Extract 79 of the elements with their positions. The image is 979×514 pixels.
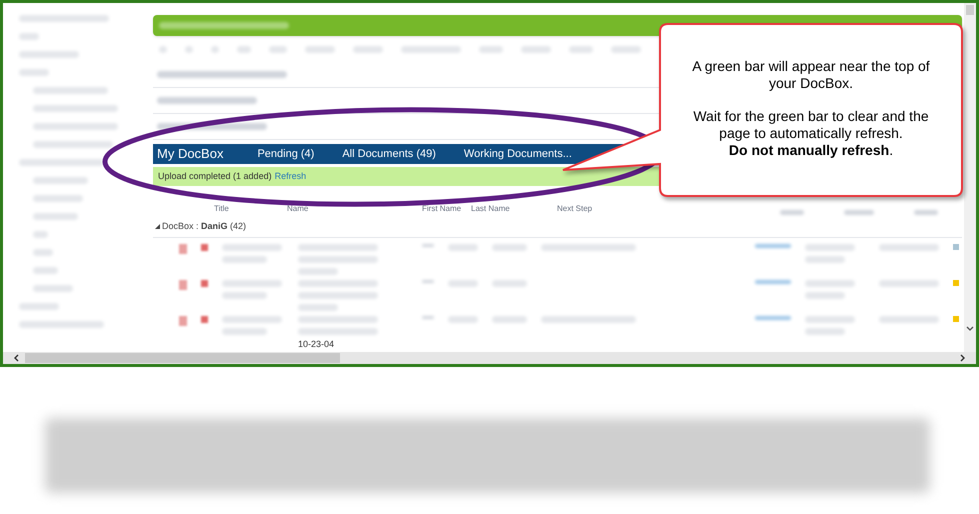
blurred-text — [805, 328, 845, 335]
blurred-text — [33, 231, 48, 238]
blurred-text — [448, 244, 478, 251]
blurred-text — [269, 46, 287, 52]
blurred-text — [19, 69, 49, 76]
blurred-text — [611, 46, 641, 52]
blurred-text — [844, 210, 874, 215]
blurred-text — [448, 280, 478, 287]
blurred-text — [33, 267, 58, 274]
blurred-text — [33, 249, 53, 256]
blurred-text — [211, 46, 219, 52]
column-header[interactable]: Title — [214, 203, 287, 215]
column-header[interactable]: Name — [287, 203, 422, 215]
blurred-text — [33, 285, 73, 292]
notification-message: Upload completed (1 added) — [158, 170, 272, 183]
blurred-text — [521, 46, 551, 52]
blurred-text — [298, 268, 338, 275]
scrollbar-thumb[interactable] — [966, 5, 974, 15]
refresh-link[interactable]: Refresh — [274, 170, 306, 184]
blurred-text — [222, 328, 267, 335]
expanded-triangle-icon[interactable] — [155, 224, 160, 229]
blurred-text — [492, 316, 527, 323]
status-square-icon — [953, 280, 959, 286]
horizontal-scrollbar[interactable] — [3, 352, 976, 364]
blurred-text — [780, 210, 804, 215]
blurred-text — [805, 256, 845, 263]
group-row[interactable]: DocBox : DaniG (42) — [153, 216, 962, 238]
blurred-text — [805, 280, 855, 287]
blurred-text — [479, 46, 503, 52]
column-header[interactable]: Last Name — [471, 203, 519, 215]
blurred-text — [33, 177, 88, 184]
nav-link[interactable]: Pending (4) — [257, 146, 314, 162]
column-header[interactable]: First Name — [422, 203, 471, 215]
chevron-left-icon[interactable] — [13, 354, 19, 362]
blurred-text — [879, 244, 939, 251]
blurred-text — [401, 46, 461, 52]
callout-text: Do not manually refresh. — [728, 142, 894, 159]
blurred-text — [492, 280, 527, 287]
blurred-text — [33, 213, 78, 220]
callout-text: A green bar will appear near the top of your DocBox. — [691, 58, 931, 92]
blurred-text — [222, 256, 267, 263]
blurred-text — [237, 46, 251, 52]
blurred-text — [755, 280, 791, 284]
blurred-text — [914, 210, 938, 215]
chevron-down-icon[interactable] — [966, 326, 974, 332]
blurred-text — [569, 46, 593, 52]
nav-link[interactable]: All Documents (49) — [342, 146, 436, 162]
blurred-text — [159, 46, 167, 52]
status-square-icon — [953, 316, 959, 322]
group-label: DocBox : DaniG (42) — [162, 220, 246, 233]
blurred-text — [19, 51, 79, 58]
nav-title[interactable]: My DocBox — [157, 144, 224, 164]
blurred-text — [222, 316, 282, 323]
blurred-text — [805, 292, 845, 299]
blurred-text — [33, 195, 83, 202]
blurred-text — [353, 46, 383, 52]
blurred-text — [755, 316, 791, 320]
nav-link[interactable]: Working Documents... — [464, 146, 572, 162]
blurred-text — [222, 244, 282, 251]
callout-text: Wait for the green bar to clear and the page to automatically refresh. — [692, 108, 930, 142]
blurred-text — [19, 303, 59, 310]
vertical-scrollbar[interactable] — [964, 3, 976, 352]
blurred-text — [298, 304, 338, 311]
blurred-text — [185, 46, 193, 52]
blurred-text — [305, 46, 335, 52]
blurred-text — [805, 244, 855, 251]
chevron-right-icon[interactable] — [960, 354, 966, 362]
blurred-text — [805, 316, 855, 323]
blurred-text — [879, 280, 939, 287]
blurred-text — [879, 316, 939, 323]
blurred-text — [19, 33, 39, 40]
blurred-text — [222, 292, 267, 299]
blurred-text — [755, 244, 791, 248]
status-square-icon — [953, 244, 959, 250]
blurred-text — [492, 244, 527, 251]
blurred-text — [448, 316, 478, 323]
table-cell-text: 10-23-04 — [298, 340, 336, 349]
blurred-text — [222, 280, 282, 287]
column-header[interactable]: Next Step — [557, 203, 637, 215]
